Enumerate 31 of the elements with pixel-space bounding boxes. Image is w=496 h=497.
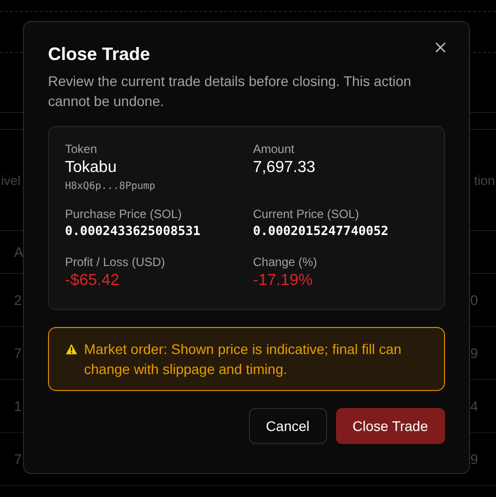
field-label: Current Price (SOL) (253, 206, 360, 222)
table-cell: 9 (470, 345, 478, 361)
warning-text: Market order: Shown price is indicative; final fill can change with slippage and timing. (84, 340, 402, 379)
column-header: tion (474, 172, 495, 188)
table-cell: 7 (14, 451, 22, 467)
dialog-button[interactable]: Close Trade (336, 408, 445, 444)
field-label: Token (65, 141, 98, 157)
table-cell: 1 (14, 398, 22, 414)
field-value: 0.0002015247740052 (253, 222, 390, 240)
dialog-description: Review the current trade details before closing. This action cannot be undone. (48, 72, 412, 111)
column-header: ivel (1, 172, 21, 188)
field-label: Amount (253, 141, 296, 157)
field-value: 0.0002433625008531 (65, 222, 202, 240)
dialog-button[interactable]: Cancel (248, 408, 327, 444)
field-value: Tokabu (65, 158, 118, 178)
field-value: 7,697.33 (253, 158, 316, 178)
table-cell: 4 (470, 398, 478, 414)
table-cell: 2 (14, 292, 22, 308)
warning-icon (65, 343, 78, 355)
close-icon[interactable] (435, 42, 446, 53)
dialog-title: Close Trade (48, 44, 150, 65)
token-address: H8xQ6p...8Ppump (65, 181, 156, 192)
table-cell: 0 (470, 292, 478, 308)
column-header: A (14, 244, 24, 260)
field-label: Change (%) (253, 254, 318, 270)
table-cell: 7 (14, 345, 22, 361)
table-cell: 9 (470, 451, 478, 467)
field-value: -$65.42 (65, 271, 120, 291)
field-value: -17.19% (253, 271, 314, 291)
field-label: Profit / Loss (USD) (65, 254, 166, 270)
field-label: Purchase Price (SOL) (65, 206, 183, 222)
